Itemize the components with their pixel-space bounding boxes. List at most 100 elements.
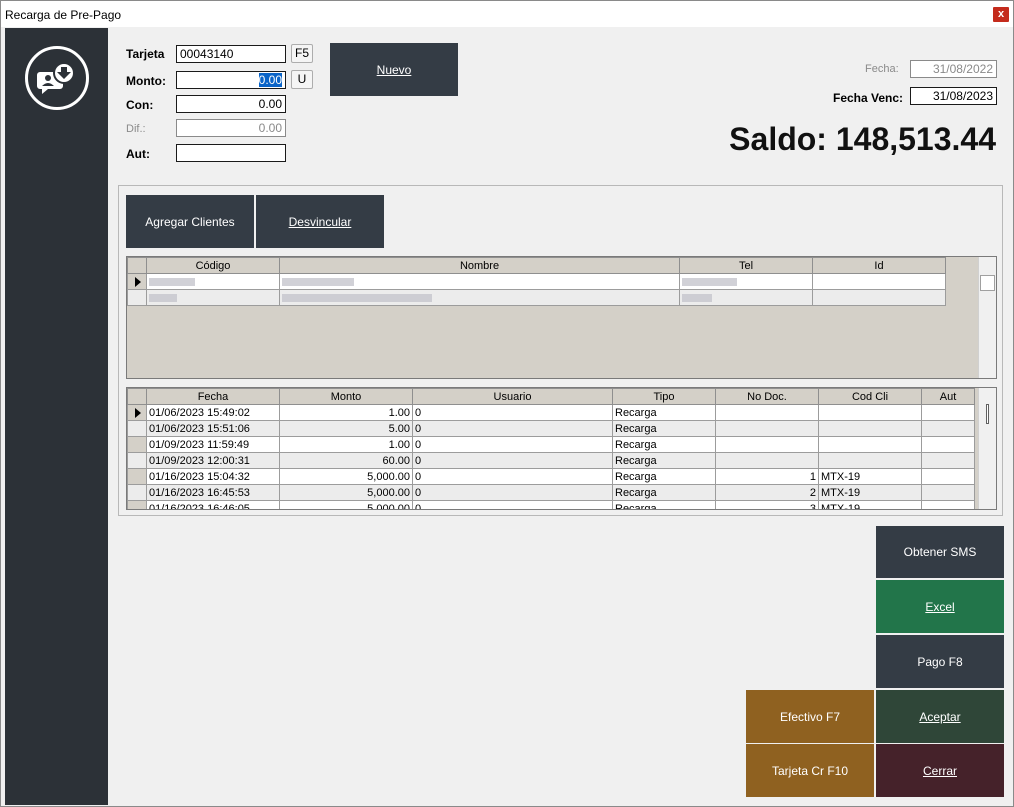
aut-input[interactable] xyxy=(176,144,286,162)
row-header-corner xyxy=(127,388,147,405)
agregar-clientes-label: Agregar Clientes xyxy=(145,214,235,229)
title-bar: Recarga de Pre-Pago x xyxy=(1,1,1013,27)
table-cell: 01/06/2023 15:51:06 xyxy=(146,420,280,437)
aceptar-button[interactable]: Aceptar xyxy=(876,690,1004,743)
column-header[interactable]: Código xyxy=(146,257,280,274)
row-selector[interactable] xyxy=(127,420,147,437)
monto-input[interactable]: 0.00 xyxy=(176,71,286,89)
row-header-corner xyxy=(127,257,147,274)
column-header[interactable]: No Doc. xyxy=(715,388,819,405)
table-cell: Recarga xyxy=(612,436,716,453)
row-selector[interactable] xyxy=(127,404,147,421)
transactions-grid[interactable]: Fecha Monto Usuario Tipo No Doc. Cod Cli… xyxy=(126,387,997,510)
table-cell: Recarga xyxy=(612,500,716,509)
row-selector[interactable] xyxy=(127,468,147,485)
window-title: Recarga de Pre-Pago xyxy=(5,8,122,22)
row-selector[interactable] xyxy=(127,500,147,509)
table-row[interactable]: 01/09/2023 12:00:31 60.00 0 Recarga xyxy=(127,452,975,469)
table-cell: 1.00 xyxy=(279,404,413,421)
current-row-icon xyxy=(135,276,141,287)
table-row[interactable]: 01/06/2023 15:51:06 5.00 0 Recarga xyxy=(127,420,975,437)
row-selector[interactable] xyxy=(127,273,147,290)
id-cell xyxy=(812,273,946,290)
table-cell xyxy=(921,420,975,437)
tarjeta-cr-label: Tarjeta Cr F10 xyxy=(771,763,849,778)
sidebar xyxy=(5,28,108,805)
scroll-thumb[interactable] xyxy=(980,275,995,291)
table-cell: MTX-19 xyxy=(818,500,922,509)
nuevo-label: Nuevo xyxy=(376,62,412,77)
table-cell: 0 xyxy=(412,436,613,453)
table-cell xyxy=(921,500,975,509)
column-header[interactable]: Monto xyxy=(279,388,413,405)
table-cell: 01/09/2023 11:59:49 xyxy=(146,436,280,453)
row-selector[interactable] xyxy=(127,289,147,306)
table-row[interactable]: 01/16/2023 16:46:05 5,000.00 0 Recarga 3 MTX-… xyxy=(127,500,975,509)
tarjeta-cr-button[interactable]: Tarjeta Cr F10 xyxy=(746,744,874,797)
table-cell: Recarga xyxy=(612,484,716,501)
nuevo-button[interactable]: Nuevo xyxy=(330,43,458,96)
transactions-scrollbar[interactable] xyxy=(978,388,996,509)
f5-button[interactable]: F5 xyxy=(291,44,313,63)
table-row[interactable]: 01/09/2023 11:59:49 1.00 0 Recarga xyxy=(127,436,975,453)
aceptar-label: Aceptar xyxy=(919,709,961,724)
agregar-clientes-button[interactable]: Agregar Clientes xyxy=(126,195,254,248)
table-cell: 5.00 xyxy=(279,420,413,437)
table-cell xyxy=(921,404,975,421)
table-row[interactable]: 01/16/2023 15:04:32 5,000.00 0 Recarga 1 MTX-… xyxy=(127,468,975,485)
column-header[interactable]: Usuario xyxy=(412,388,613,405)
u-button[interactable]: U xyxy=(291,70,313,89)
column-header[interactable]: Fecha xyxy=(146,388,280,405)
column-header[interactable]: Nombre xyxy=(279,257,680,274)
column-header[interactable]: Aut xyxy=(921,388,975,405)
table-cell xyxy=(715,420,819,437)
excel-label: Excel xyxy=(925,599,955,614)
column-header[interactable]: Tel xyxy=(679,257,813,274)
monto-selected-value: 0.00 xyxy=(258,73,282,87)
column-header[interactable]: Tipo xyxy=(612,388,716,405)
id-cell xyxy=(812,289,946,306)
clients-header-row: Código Nombre Tel Id xyxy=(127,257,946,274)
table-cell xyxy=(818,420,922,437)
close-icon[interactable]: x xyxy=(993,7,1009,22)
transactions-header-row: Fecha Monto Usuario Tipo No Doc. Cod Cli… xyxy=(127,388,975,405)
table-cell: MTX-19 xyxy=(818,468,922,485)
dif-label: Dif.: xyxy=(126,123,146,135)
fecha-venc-input[interactable]: 31/08/2023 xyxy=(910,87,997,105)
table-cell xyxy=(921,452,975,469)
table-row[interactable]: 01/06/2023 15:49:02 1.00 0 Recarga xyxy=(127,404,975,421)
table-row[interactable]: 01/16/2023 16:45:53 5,000.00 0 Recarga 2 MTX-… xyxy=(127,484,975,501)
efectivo-button[interactable]: Efectivo F7 xyxy=(746,690,874,743)
table-cell: 0 xyxy=(412,404,613,421)
tarjeta-input[interactable]: 00043140 xyxy=(176,45,286,63)
pago-button[interactable]: Pago F8 xyxy=(876,635,1004,688)
obtener-sms-button[interactable]: Obtener SMS xyxy=(876,526,1004,578)
row-selector[interactable] xyxy=(127,452,147,469)
row-selector[interactable] xyxy=(127,484,147,501)
row-selector[interactable] xyxy=(127,436,147,453)
fecha-label: Fecha: xyxy=(865,63,899,75)
excel-button[interactable]: Excel xyxy=(876,580,1004,633)
pago-label: Pago F8 xyxy=(917,654,963,669)
clients-grid[interactable]: Código Nombre Tel Id xyxy=(126,256,997,379)
tarjeta-label: Tarjeta xyxy=(126,47,165,61)
table-cell: 1.00 xyxy=(279,436,413,453)
column-header[interactable]: Cod Cli xyxy=(818,388,922,405)
con-input[interactable]: 0.00 xyxy=(176,95,286,113)
fecha-venc-label: Fecha Venc: xyxy=(833,91,904,105)
table-cell xyxy=(921,436,975,453)
desvincular-button[interactable]: Desvincular xyxy=(256,195,384,248)
transactions-body: 01/06/2023 15:49:02 1.00 0 Recarga 01/06/202… xyxy=(127,404,975,509)
clients-scrollbar[interactable] xyxy=(978,257,996,378)
prepaid-logo-icon xyxy=(25,46,89,110)
table-row[interactable] xyxy=(127,273,946,290)
column-header[interactable]: Id xyxy=(812,257,946,274)
cerrar-button[interactable]: Cerrar xyxy=(876,744,1004,797)
redacted-cell xyxy=(679,289,813,306)
con-label: Con: xyxy=(126,98,154,112)
redacted-cell xyxy=(279,273,680,290)
table-row[interactable] xyxy=(127,289,946,306)
scroll-thumb[interactable] xyxy=(986,404,989,424)
fecha-input: 31/08/2022 xyxy=(910,60,997,78)
table-cell: 01/16/2023 16:45:53 xyxy=(146,484,280,501)
